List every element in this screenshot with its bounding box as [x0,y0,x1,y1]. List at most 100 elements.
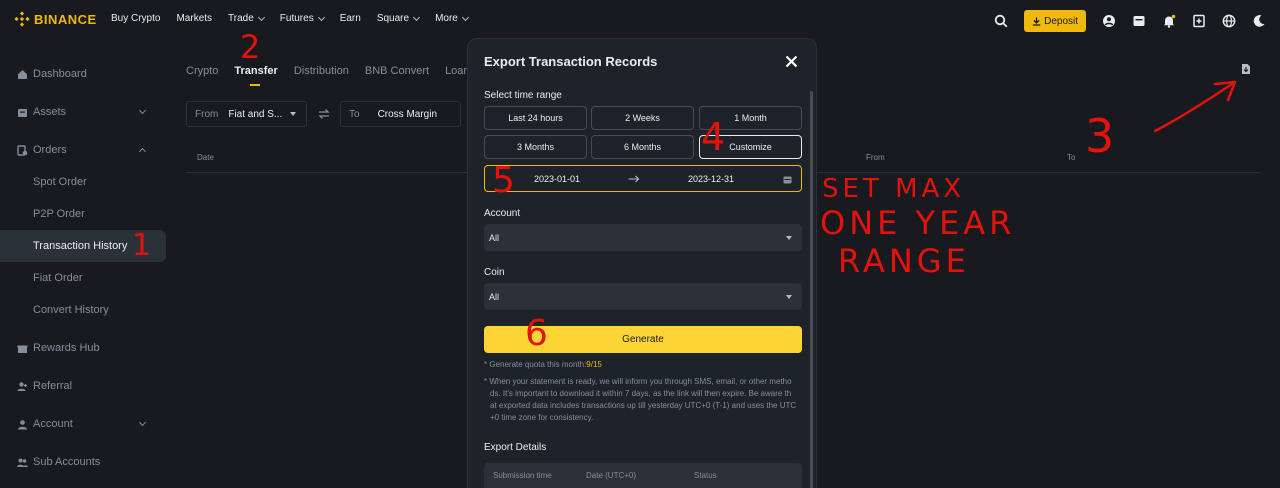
max-range-note-line3: RANGE [838,242,970,280]
nav-buy-crypto[interactable]: Buy Crypto [111,13,160,24]
sidebar-item-label: Convert History [33,304,109,316]
date-range-picker[interactable]: 2023-01-01 2023-12-31 [484,165,802,192]
generate-button[interactable]: Generate [484,326,802,353]
range-customize[interactable]: Customize [699,135,802,159]
chevron-down-icon [138,106,147,115]
bell-icon[interactable] [1162,14,1176,28]
export-details-label: Export Details [484,442,547,453]
range-6-months[interactable]: 6 Months [591,135,694,159]
user-icon [18,419,27,429]
note-line: * When your statement is ready, we will … [484,377,792,386]
sidebar-item-transaction-history[interactable]: Transaction History [0,230,166,262]
export-modal: Export Transaction Records Select time r… [467,38,817,488]
sidebar-item-label: Rewards Hub [33,342,100,354]
nav-trade[interactable]: Trade [228,13,265,24]
sidebar-item-convert-history[interactable]: Convert History [0,294,166,326]
search-icon[interactable] [994,14,1008,28]
nav-futures-label: Futures [279,13,314,24]
coin-select[interactable]: All [484,283,802,310]
sidebar-item-p2p-order[interactable]: P2P Order [0,198,166,230]
range-2-weeks[interactable]: 2 Weeks [591,106,694,130]
calendar-icon[interactable] [783,175,792,184]
end-date[interactable]: 2023-12-31 [688,174,734,184]
deposit-label: Deposit [1044,15,1078,27]
nav-trade-label: Trade [228,13,254,24]
column-submission-time: Submission time [493,471,552,480]
tab-bnb-convert[interactable]: BNB Convert [365,65,429,77]
to-select[interactable]: To Cross Margin [340,101,461,127]
sidebar-item-referral[interactable]: Referral [0,370,166,402]
max-range-note-line2: ONE YEAR [820,204,1016,242]
note-line: +0 time zone for consistency. [490,413,594,422]
arrow-right-icon [628,175,640,183]
sidebar-item-account[interactable]: Account [0,408,166,440]
tab-loan[interactable]: Loan [445,65,469,77]
dropdown-arrow-icon [786,236,792,240]
deposit-button[interactable]: Deposit [1024,10,1086,32]
nav-markets[interactable]: Markets [176,13,212,24]
sidebar-item-orders[interactable]: Orders [0,134,166,166]
orders-icon[interactable] [1132,14,1146,28]
sidebar-item-label: Dashboard [33,68,87,80]
range-1-month[interactable]: 1 Month [699,106,802,130]
sidebar-item-label: Sub Accounts [33,456,101,468]
from-label: From [195,108,219,120]
chevron-down-icon [413,13,421,21]
wallet-icon [18,108,27,117]
nav-actions: Deposit [994,10,1266,32]
globe-icon[interactable] [1222,14,1236,28]
nav-futures[interactable]: Futures [279,13,325,24]
nav-earn[interactable]: Earn [340,13,361,24]
quota-note: * Generate quota this month:9/15 [484,359,602,371]
from-select[interactable]: From Fiat and S... [186,101,307,127]
time-range-label: Select time range [484,90,562,101]
brand-name: BINANCE [34,11,97,27]
moon-icon[interactable] [1252,14,1266,28]
nav-square[interactable]: Square [376,13,421,24]
column-to: To [1067,153,1076,162]
tab-distribution[interactable]: Distribution [294,65,349,77]
close-icon[interactable] [785,55,798,68]
sidebar-item-spot-order[interactable]: Spot Order [0,166,166,198]
account-value: All [489,232,500,243]
sidebar-item-sub-accounts[interactable]: Sub Accounts [0,446,166,478]
binance-logo[interactable]: BINANCE [14,11,97,27]
chevron-down-icon [138,418,147,427]
coin-value: All [489,291,500,302]
dropdown-arrow-icon [290,112,297,116]
account-label: Account [484,208,521,219]
column-status: Status [694,471,717,480]
chevron-down-icon [461,13,469,21]
range-3-months[interactable]: 3 Months [484,135,587,159]
record-tabs: Crypto Transfer Distribution BNB Convert… [186,65,470,86]
sidebar-item-assets[interactable]: Assets [0,96,166,128]
column-from: From [866,153,885,162]
sidebar-item-dashboard[interactable]: Dashboard [0,58,166,90]
nav-more[interactable]: More [435,13,469,24]
range-last-24-hours[interactable]: Last 24 hours [484,106,587,130]
swap-icon[interactable] [318,108,330,120]
note-line: ds. It's important to download it within… [490,389,792,398]
sidebar-item-label: Referral [33,380,73,392]
tab-crypto[interactable]: Crypto [186,65,218,77]
chevron-down-icon [317,13,325,21]
sidebar: Dashboard Assets Orders Spot Order P2P O… [0,58,166,478]
export-icon[interactable] [1240,63,1252,75]
sidebar-item-fiat-order[interactable]: Fiat Order [0,262,166,294]
column-date: Date [197,153,214,162]
chevron-up-icon [138,147,147,156]
user-icon[interactable] [1102,14,1116,28]
sidebar-item-rewards-hub[interactable]: Rewards Hub [0,332,166,364]
max-range-note-line1: SET MAX [822,174,966,204]
statement-note: * When your statement is ready, we will … [484,376,802,424]
column-date-utc: Date (UTC+0) [586,471,637,480]
coin-label: Coin [484,267,505,278]
to-label: To [349,108,360,120]
start-date[interactable]: 2023-01-01 [534,174,580,184]
home-icon [18,69,27,79]
tab-transfer[interactable]: Transfer [234,65,278,86]
nav-square-label: Square [376,13,410,24]
account-select[interactable]: All [484,224,802,251]
modal-scrollbar[interactable] [810,91,813,488]
download-app-icon[interactable] [1192,14,1206,28]
